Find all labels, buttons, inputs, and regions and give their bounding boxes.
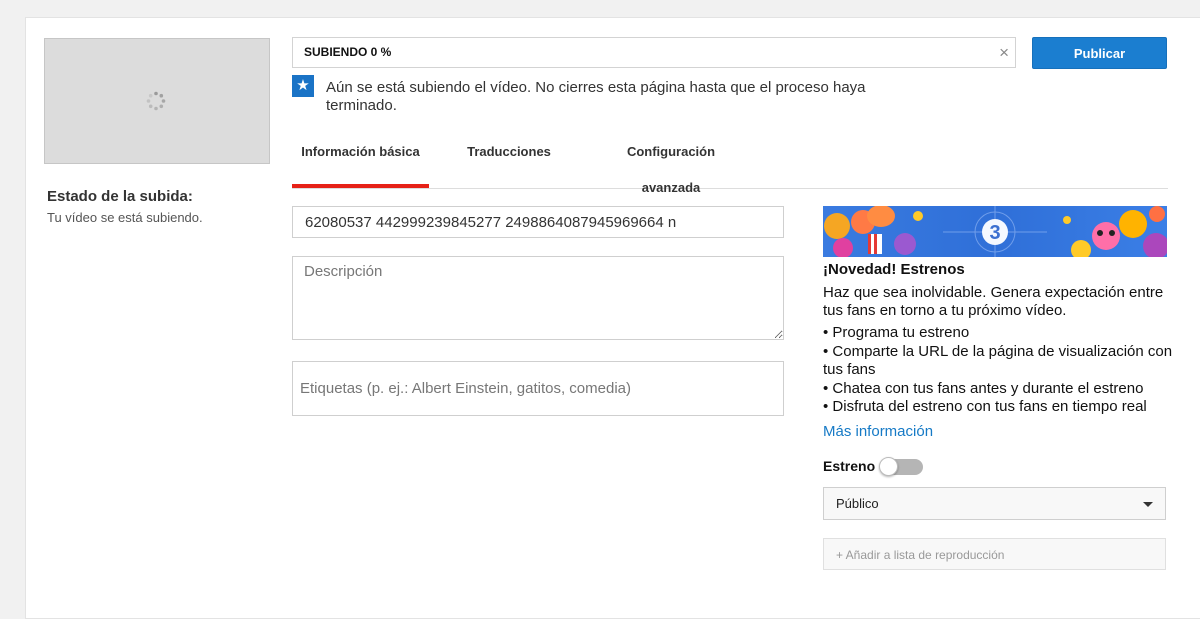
description-input[interactable] bbox=[292, 256, 784, 340]
add-to-playlist-label: + Añadir a lista de reproducción bbox=[836, 548, 1005, 562]
list-item: • Chatea con tus fans antes y durante el… bbox=[823, 379, 1144, 397]
video-thumbnail bbox=[44, 38, 270, 164]
upload-progress-bar: SUBIENDO 0 % × bbox=[292, 37, 1016, 68]
countdown-number: 3 bbox=[989, 222, 1000, 244]
upload-status-text: Tu vídeo se está subiendo. bbox=[47, 210, 203, 225]
premiere-title: ¡Novedad! Estrenos bbox=[823, 261, 965, 278]
title-input[interactable] bbox=[292, 206, 784, 238]
star-icon: ★ bbox=[292, 75, 314, 97]
tab-basic-info[interactable]: Información básica bbox=[292, 134, 429, 188]
list-item: • Programa tu estreno bbox=[823, 324, 970, 341]
progress-text: SUBIENDO 0 % bbox=[304, 45, 392, 59]
privacy-selected-value: Público bbox=[836, 496, 879, 511]
loading-spinner-icon bbox=[146, 91, 166, 111]
premieres-banner: 3 bbox=[823, 206, 1167, 257]
list-item: • Disfruta del estreno con tus fans en t… bbox=[823, 398, 1147, 415]
list-item: • Comparte la URL de la página de visual… bbox=[823, 342, 1173, 379]
upload-status-label: Estado de la subida: bbox=[47, 188, 193, 205]
cancel-upload-icon[interactable]: × bbox=[999, 43, 1009, 63]
more-info-link[interactable]: Más información bbox=[823, 423, 933, 440]
tags-input[interactable] bbox=[292, 361, 784, 416]
premiere-toggle-label: Estreno bbox=[823, 458, 876, 474]
publish-button[interactable]: Publicar bbox=[1032, 37, 1167, 69]
tab-advanced-settings[interactable]: Configuración avanzada bbox=[597, 134, 745, 195]
chevron-down-icon bbox=[1143, 502, 1153, 507]
toggle-knob bbox=[879, 457, 898, 476]
tab-bar: Información básica Traducciones Configur… bbox=[292, 134, 1168, 195]
premiere-description: Haz que sea inolvidable. Genera expectac… bbox=[823, 284, 1164, 319]
privacy-select[interactable]: Público bbox=[823, 487, 1166, 520]
premiere-benefits-list: • Programa tu estreno • Comparte la URL … bbox=[823, 324, 1173, 417]
premiere-toggle[interactable] bbox=[879, 457, 923, 476]
upload-notice: Aún se está subiendo el vídeo. No cierre… bbox=[326, 79, 866, 114]
tab-translations[interactable]: Traducciones bbox=[462, 134, 556, 186]
add-to-playlist-button[interactable]: + Añadir a lista de reproducción bbox=[823, 538, 1166, 570]
